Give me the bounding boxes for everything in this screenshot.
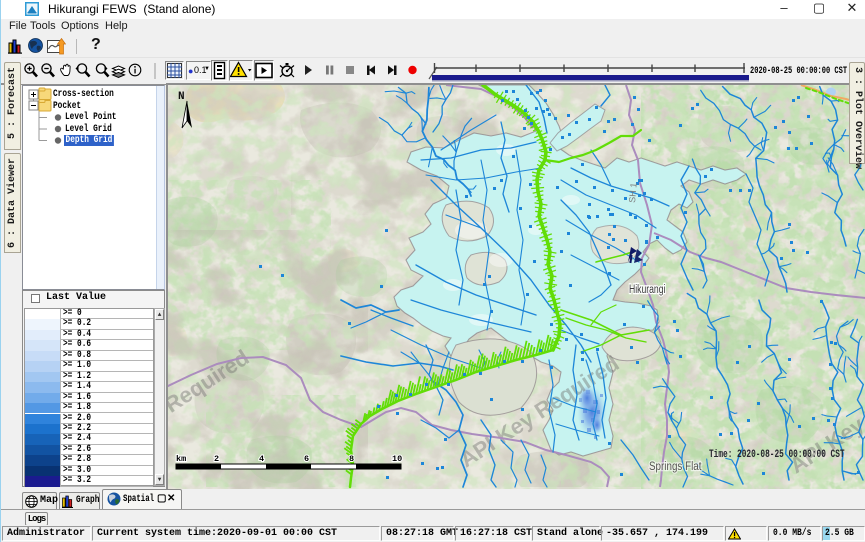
svg-text:Time: 2020-08-25 00:00:00 CST: Time: 2020-08-25 00:00:00 CST [709, 448, 845, 461]
svg-text:SH 1: SH 1 [627, 182, 639, 203]
svg-text:8: 8 [349, 454, 354, 464]
svg-text:6: 6 [304, 454, 309, 464]
svg-text:Hikurangi: Hikurangi [629, 284, 665, 297]
svg-text:Springs Flat: Springs Flat [649, 460, 701, 473]
svg-text:2: 2 [214, 454, 219, 464]
svg-text:10: 10 [392, 454, 402, 464]
svg-text:km: km [176, 454, 186, 464]
svg-text:4: 4 [259, 454, 264, 464]
svg-text:N: N [178, 91, 185, 103]
